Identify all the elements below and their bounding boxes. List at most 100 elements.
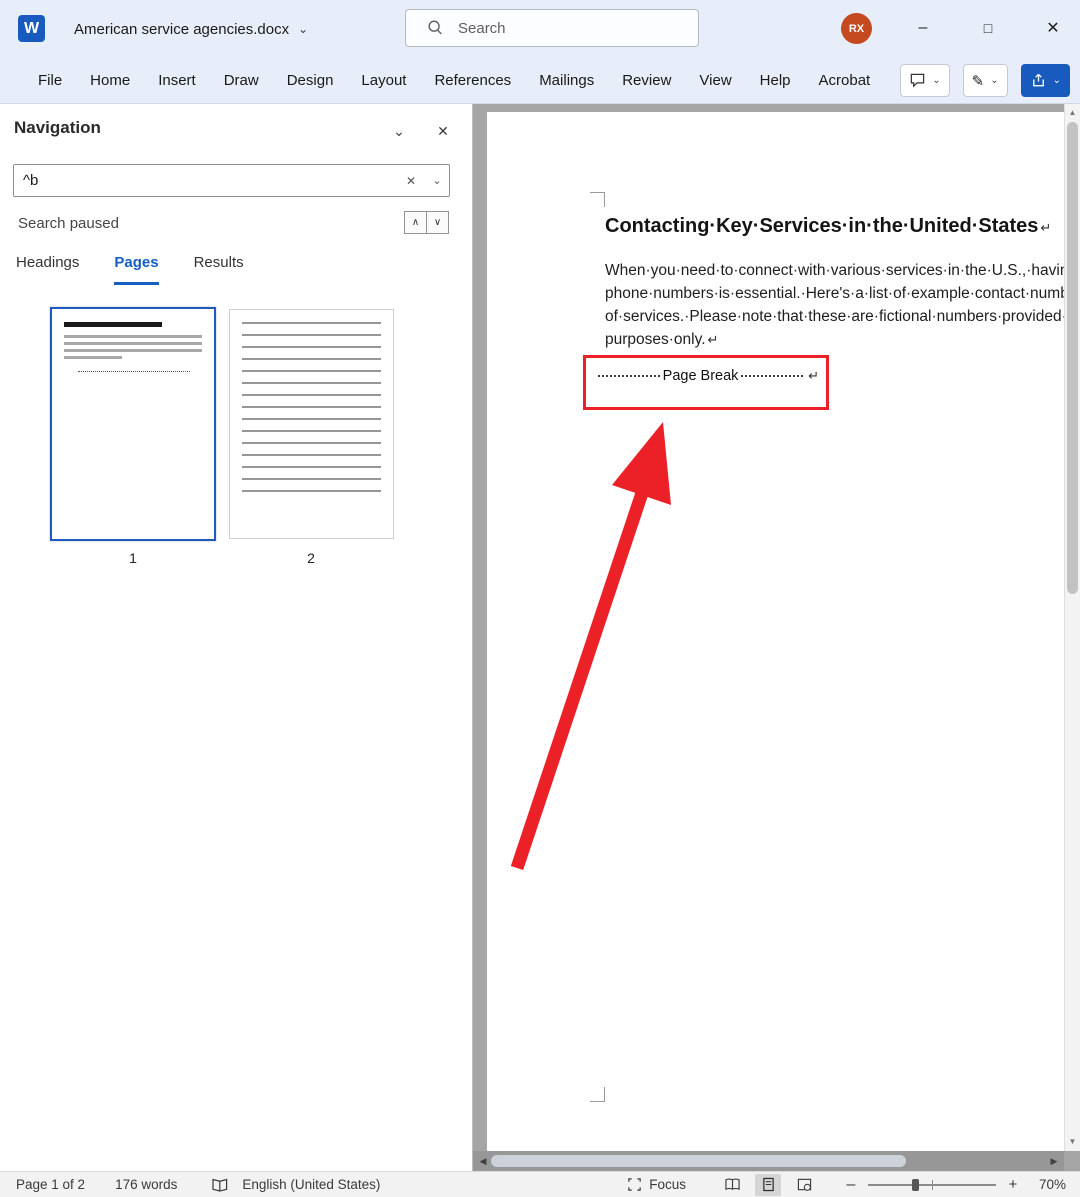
zoom-in-icon: + [1009, 1176, 1018, 1193]
ribbon-tab-help[interactable]: Help [746, 58, 805, 103]
crop-mark-bottom [590, 1087, 605, 1102]
vertical-scroll-thumb[interactable] [1067, 122, 1078, 594]
editing-mode-button[interactable]: ✎ ⌄ [963, 64, 1008, 97]
ribbon-tab-acrobat[interactable]: Acrobat [805, 58, 885, 103]
zoom-in-button[interactable]: + [1004, 1176, 1022, 1193]
focus-label: Focus [649, 1177, 686, 1192]
print-layout-button[interactable] [755, 1174, 781, 1196]
horizontal-scrollbar[interactable]: ◀ ▶ [473, 1151, 1064, 1171]
thumbnail-text-line [64, 335, 202, 338]
minimize-button[interactable]: – [901, 0, 945, 56]
share-button[interactable]: ⌄ [1021, 64, 1070, 97]
status-bar-right: Focus – + 70% [627, 1174, 1080, 1196]
next-result-button[interactable]: ∨ [426, 211, 449, 234]
navigation-collapse-button[interactable]: ⌄ [385, 117, 413, 145]
annotation-red-rectangle [583, 355, 829, 410]
tab-pages[interactable]: Pages [114, 254, 158, 285]
comment-icon [909, 72, 926, 89]
scroll-down-button[interactable]: ▼ [1065, 1135, 1080, 1149]
minimize-icon: – [919, 19, 928, 37]
ribbon-tab-insert[interactable]: Insert [144, 58, 210, 103]
focus-mode-button[interactable]: Focus [627, 1177, 686, 1192]
web-layout-button[interactable] [791, 1174, 817, 1196]
avatar-initials: RX [849, 23, 864, 35]
proofing-book-icon [211, 1177, 229, 1193]
close-icon: ✕ [1046, 18, 1059, 38]
chevron-down-icon: ⌄ [432, 175, 441, 187]
search-icon [426, 19, 444, 37]
ribbon-tab-mailings[interactable]: Mailings [525, 58, 608, 103]
clear-search-button[interactable]: ✕ [397, 174, 425, 188]
ribbon-tab-references[interactable]: References [420, 58, 525, 103]
maximize-icon: □ [984, 20, 992, 36]
navigation-pane: Navigation ⌄ ✕ ^b ✕ ⌄ Search paused ∧ ∨ … [0, 104, 473, 1171]
word-logo-letter: W [24, 20, 39, 38]
chevron-down-icon: ⌄ [990, 75, 998, 86]
navigation-close-button[interactable]: ✕ [429, 117, 457, 145]
document-title-text: American service agencies.docx [74, 21, 289, 38]
read-mode-icon [724, 1177, 741, 1192]
scrollbar-corner [1064, 1151, 1080, 1171]
chevron-down-icon: ⌄ [393, 123, 405, 140]
navigation-search-input[interactable]: ^b ✕ ⌄ [13, 164, 450, 197]
scroll-right-button[interactable]: ▶ [1046, 1151, 1062, 1171]
ribbon-tab-review[interactable]: Review [608, 58, 685, 103]
read-mode-button[interactable] [719, 1174, 745, 1196]
page-thumbnail-1[interactable] [50, 307, 216, 541]
ribbon-tab-layout[interactable]: Layout [347, 58, 420, 103]
chevron-down-icon: ⌄ [298, 22, 308, 36]
document-page[interactable]: Contacting·Key·Services·in·the·United·St… [487, 112, 1064, 1151]
zoom-slider-thumb[interactable] [912, 1179, 919, 1191]
ribbon-tab-design[interactable]: Design [273, 58, 348, 103]
search-options-dropdown[interactable]: ⌄ [425, 174, 449, 187]
page-thumbnail-2[interactable] [229, 309, 394, 539]
scroll-left-button[interactable]: ◀ [475, 1151, 491, 1171]
comments-button[interactable]: ⌄ [900, 64, 949, 97]
ribbon-tab-file[interactable]: File [24, 58, 76, 103]
heading-text: Contacting·Key·Services·in·the·United·St… [605, 215, 1038, 237]
ribbon-tab-home[interactable]: Home [76, 58, 144, 103]
zoom-level[interactable]: 70% [1022, 1177, 1066, 1192]
clear-icon: ✕ [406, 174, 416, 188]
word-count[interactable]: 176 words [115, 1177, 177, 1192]
close-button[interactable]: ✕ [1031, 0, 1075, 56]
thumbnail-title-line [64, 322, 162, 327]
thumbnail-page-number-1: 1 [123, 550, 143, 566]
proofing-status-button[interactable] [211, 1177, 229, 1193]
document-heading: Contacting·Key·Services·in·the·United·St… [605, 215, 1051, 238]
paragraph-mark-icon: ↵ [1040, 220, 1051, 235]
titlebar-search-input[interactable]: Search [405, 9, 699, 47]
ribbon-tab-draw[interactable]: Draw [210, 58, 273, 103]
document-paragraph-line: purposes·only.↵ [605, 331, 718, 349]
account-avatar[interactable]: RX [841, 13, 872, 44]
zoom-out-button[interactable]: – [842, 1176, 860, 1194]
horizontal-scroll-thumb[interactable] [491, 1155, 906, 1167]
tab-results[interactable]: Results [194, 254, 244, 285]
zoom-slider[interactable] [868, 1184, 996, 1186]
page-indicator[interactable]: Page 1 of 2 [16, 1177, 85, 1192]
word-application-window: W American service agencies.docx ⌄ Searc… [0, 0, 1080, 1197]
status-bar: Page 1 of 2 176 words English (United St… [0, 1171, 1080, 1197]
chevron-down-icon: ⌄ [1053, 75, 1061, 86]
navigation-search-value: ^b [14, 172, 397, 189]
word-logo[interactable]: W [18, 15, 45, 42]
print-layout-icon [762, 1177, 775, 1192]
navigation-tabs: Headings Pages Results [16, 254, 244, 285]
document-paragraph-line: of·services.·Please·note·that·these·are·… [605, 308, 1064, 326]
document-title-menu[interactable]: American service agencies.docx ⌄ [74, 0, 308, 58]
scroll-up-button[interactable]: ▲ [1065, 106, 1080, 120]
language-selector[interactable]: English (United States) [242, 1177, 380, 1192]
thumbnail-text-line [64, 349, 202, 352]
vertical-scrollbar[interactable]: ▲ ▼ [1064, 104, 1080, 1151]
paragraph-mark-icon: ↵ [708, 332, 719, 347]
titlebar: W American service agencies.docx ⌄ Searc… [0, 0, 1080, 58]
tab-headings[interactable]: Headings [16, 254, 79, 285]
ribbon-right-controls: ⌄ ✎ ⌄ ⌄ [900, 64, 1070, 97]
document-paragraph-line: phone·numbers·is·essential.·Here's·a·lis… [605, 285, 1064, 303]
maximize-button[interactable]: □ [966, 0, 1010, 56]
scroll-left-icon: ◀ [480, 1156, 487, 1166]
previous-result-button[interactable]: ∧ [404, 211, 427, 234]
ribbon-tab-view[interactable]: View [685, 58, 745, 103]
chevron-down-icon: ⌄ [932, 75, 940, 86]
thumbnail-text-lines [242, 322, 381, 500]
